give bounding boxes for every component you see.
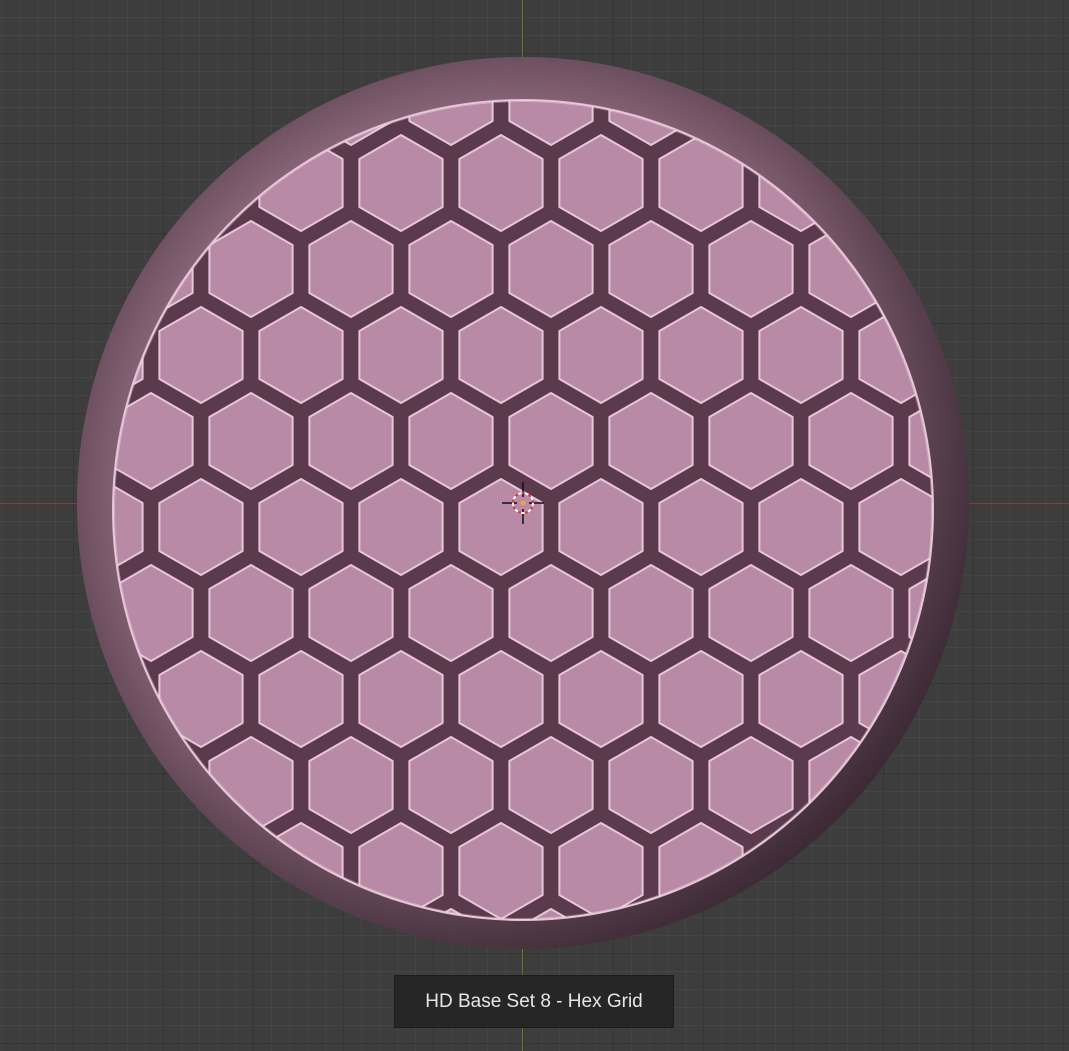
hex-tile [9, 737, 92, 833]
hex-tile [9, 49, 92, 145]
hex-tile [1059, 651, 1069, 747]
hex-tile [1059, 995, 1069, 1051]
hex-tile [459, 0, 542, 59]
hex-tile [0, 0, 43, 59]
hex-tile [959, 135, 1042, 231]
hex-tile [808, 101, 894, 146]
hex-tile [759, 0, 842, 59]
hex-tile [959, 0, 1042, 59]
hex-tile [959, 307, 1042, 403]
hex-tile [708, 908, 794, 919]
hex-tile [1009, 737, 1069, 833]
hex-tile [908, 908, 932, 919]
hex-tile [759, 995, 842, 1051]
hex-tile [208, 908, 294, 919]
hex-tile [0, 479, 43, 575]
hex-tile [959, 995, 1042, 1051]
hex-tile [1009, 909, 1069, 1005]
hex-tile [1059, 135, 1069, 231]
hex-tile [114, 908, 194, 919]
hex-tile [859, 0, 942, 59]
hex-tile [1009, 221, 1069, 317]
hex-tile [1059, 307, 1069, 403]
hex-tile [1009, 565, 1069, 661]
hex-tile [0, 651, 43, 747]
hex-tile [908, 736, 932, 834]
hex-tile [1009, 393, 1069, 489]
hex-tiles [0, 0, 1069, 1051]
hex-tile [1059, 479, 1069, 575]
hex-tile [1059, 0, 1069, 59]
hex-tile [9, 565, 92, 661]
hex-tile [114, 822, 144, 919]
hex-tile [259, 995, 342, 1051]
hex-tile [559, 0, 642, 59]
object-name-caption: HD Base Set 8 - Hex Grid [394, 975, 674, 1028]
hex-tile [359, 0, 442, 59]
hex-tile [259, 0, 342, 59]
hex-tile [959, 823, 1042, 919]
hex-tile [59, 0, 142, 59]
hex-tile [859, 995, 942, 1051]
hex-tile [659, 0, 742, 59]
hex-tile [0, 135, 43, 231]
hex-tile [114, 134, 144, 232]
hex-tile [0, 823, 43, 919]
hex-tile [858, 822, 932, 919]
hex-tile [858, 134, 932, 232]
hex-tile [908, 220, 932, 318]
3d-viewport[interactable]: HD Base Set 8 - Hex Grid [0, 0, 1069, 1051]
hex-tile [9, 221, 92, 317]
hex-tile [114, 101, 194, 146]
hex-tile [908, 101, 932, 146]
hex-base-model[interactable] [0, 0, 1069, 1051]
hex-tile [808, 908, 894, 919]
hex-tile [0, 307, 43, 403]
hex-tile [1059, 823, 1069, 919]
hex-tile [159, 0, 242, 59]
hex-tile [959, 479, 1042, 575]
hex-tile [9, 909, 92, 1005]
hex-tile [0, 995, 43, 1051]
hex-tile [959, 651, 1042, 747]
hex-tile [1009, 49, 1069, 145]
hex-tile [159, 995, 242, 1051]
hex-tile [59, 995, 142, 1051]
